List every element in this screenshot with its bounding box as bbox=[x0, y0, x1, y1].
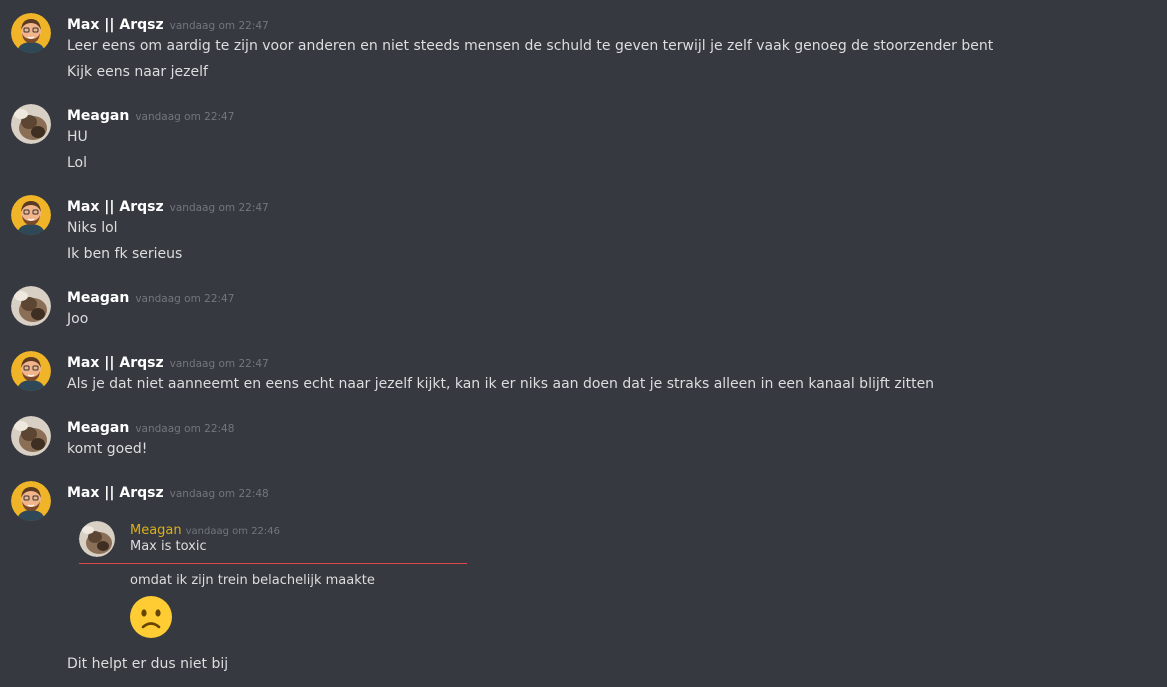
chat-message-list: Max || Arqsz vandaag om 22:47 Leer eens o… bbox=[0, 0, 1167, 687]
message-header: Max || Arqsz vandaag om 22:47 bbox=[67, 197, 269, 217]
quote-avatar-meagan bbox=[79, 521, 115, 557]
message-header: Meagan vandaag om 22:47 bbox=[67, 106, 234, 126]
quote-text: Max is toxic bbox=[130, 539, 207, 554]
avatar-max[interactable] bbox=[11, 351, 51, 391]
timestamp: vandaag om 22:48 bbox=[135, 423, 235, 435]
message-text: Joo bbox=[67, 311, 89, 327]
message-text: Dit helpt er dus niet bij bbox=[67, 656, 229, 672]
timestamp: vandaag om 22:47 bbox=[135, 293, 235, 305]
username[interactable]: Max || Arqsz bbox=[67, 17, 164, 33]
message-header: Meagan vandaag om 22:48 bbox=[67, 418, 234, 438]
max-avatar-icon bbox=[11, 195, 51, 235]
avatar-max[interactable] bbox=[11, 481, 51, 521]
message-text: Ik ben fk serieus bbox=[67, 246, 183, 262]
avatar-meagan[interactable] bbox=[11, 416, 51, 456]
timestamp: vandaag om 22:47 bbox=[169, 20, 269, 32]
timestamp: vandaag om 22:47 bbox=[169, 358, 269, 370]
max-avatar-icon bbox=[11, 13, 51, 53]
message-header: Max || Arqsz vandaag om 22:47 bbox=[67, 353, 269, 373]
timestamp: vandaag om 22:47 bbox=[135, 111, 235, 123]
avatar-max[interactable] bbox=[11, 195, 51, 235]
quoted-message[interactable]: Meagan vandaag om 22:46 Max is toxic bbox=[79, 521, 467, 564]
message-text: Leer eens om aardig te zijn voor anderen… bbox=[67, 38, 994, 54]
quote-subtext: omdat ik zijn trein belachelijk maakte bbox=[130, 573, 375, 588]
meagan-avatar-icon bbox=[11, 416, 51, 456]
timestamp: vandaag om 22:47 bbox=[169, 202, 269, 214]
timestamp: vandaag om 22:48 bbox=[169, 488, 269, 500]
quote-timestamp: vandaag om 22:46 bbox=[185, 526, 281, 537]
meagan-avatar-icon bbox=[79, 521, 115, 557]
message-text: Niks lol bbox=[67, 220, 118, 236]
quote-author[interactable]: Meagan bbox=[130, 523, 182, 538]
username[interactable]: Max || Arqsz bbox=[67, 485, 164, 501]
message-text: Kijk eens naar jezelf bbox=[67, 64, 208, 80]
message-text: Lol bbox=[67, 155, 88, 171]
meagan-avatar-icon bbox=[11, 104, 51, 144]
message-text: HU bbox=[67, 129, 88, 145]
username[interactable]: Meagan bbox=[67, 290, 129, 306]
message-header: Max || Arqsz vandaag om 22:48 bbox=[67, 483, 269, 503]
avatar-meagan[interactable] bbox=[11, 104, 51, 144]
message-header: Meagan vandaag om 22:47 bbox=[67, 288, 234, 308]
message-text: komt goed! bbox=[67, 441, 148, 457]
message-text: Als je dat niet aanneemt en eens echt na… bbox=[67, 376, 935, 392]
username[interactable]: Max || Arqsz bbox=[67, 355, 164, 371]
max-avatar-icon bbox=[11, 481, 51, 521]
quote-header: Meagan vandaag om 22:46 bbox=[130, 521, 280, 540]
username[interactable]: Meagan bbox=[67, 108, 129, 124]
username[interactable]: Max || Arqsz bbox=[67, 199, 164, 215]
frowning-face-icon bbox=[129, 595, 173, 639]
avatar-max[interactable] bbox=[11, 13, 51, 53]
message-header: Max || Arqsz vandaag om 22:47 bbox=[67, 15, 269, 35]
avatar-meagan[interactable] bbox=[11, 286, 51, 326]
username[interactable]: Meagan bbox=[67, 420, 129, 436]
max-avatar-icon bbox=[11, 351, 51, 391]
meagan-avatar-icon bbox=[11, 286, 51, 326]
